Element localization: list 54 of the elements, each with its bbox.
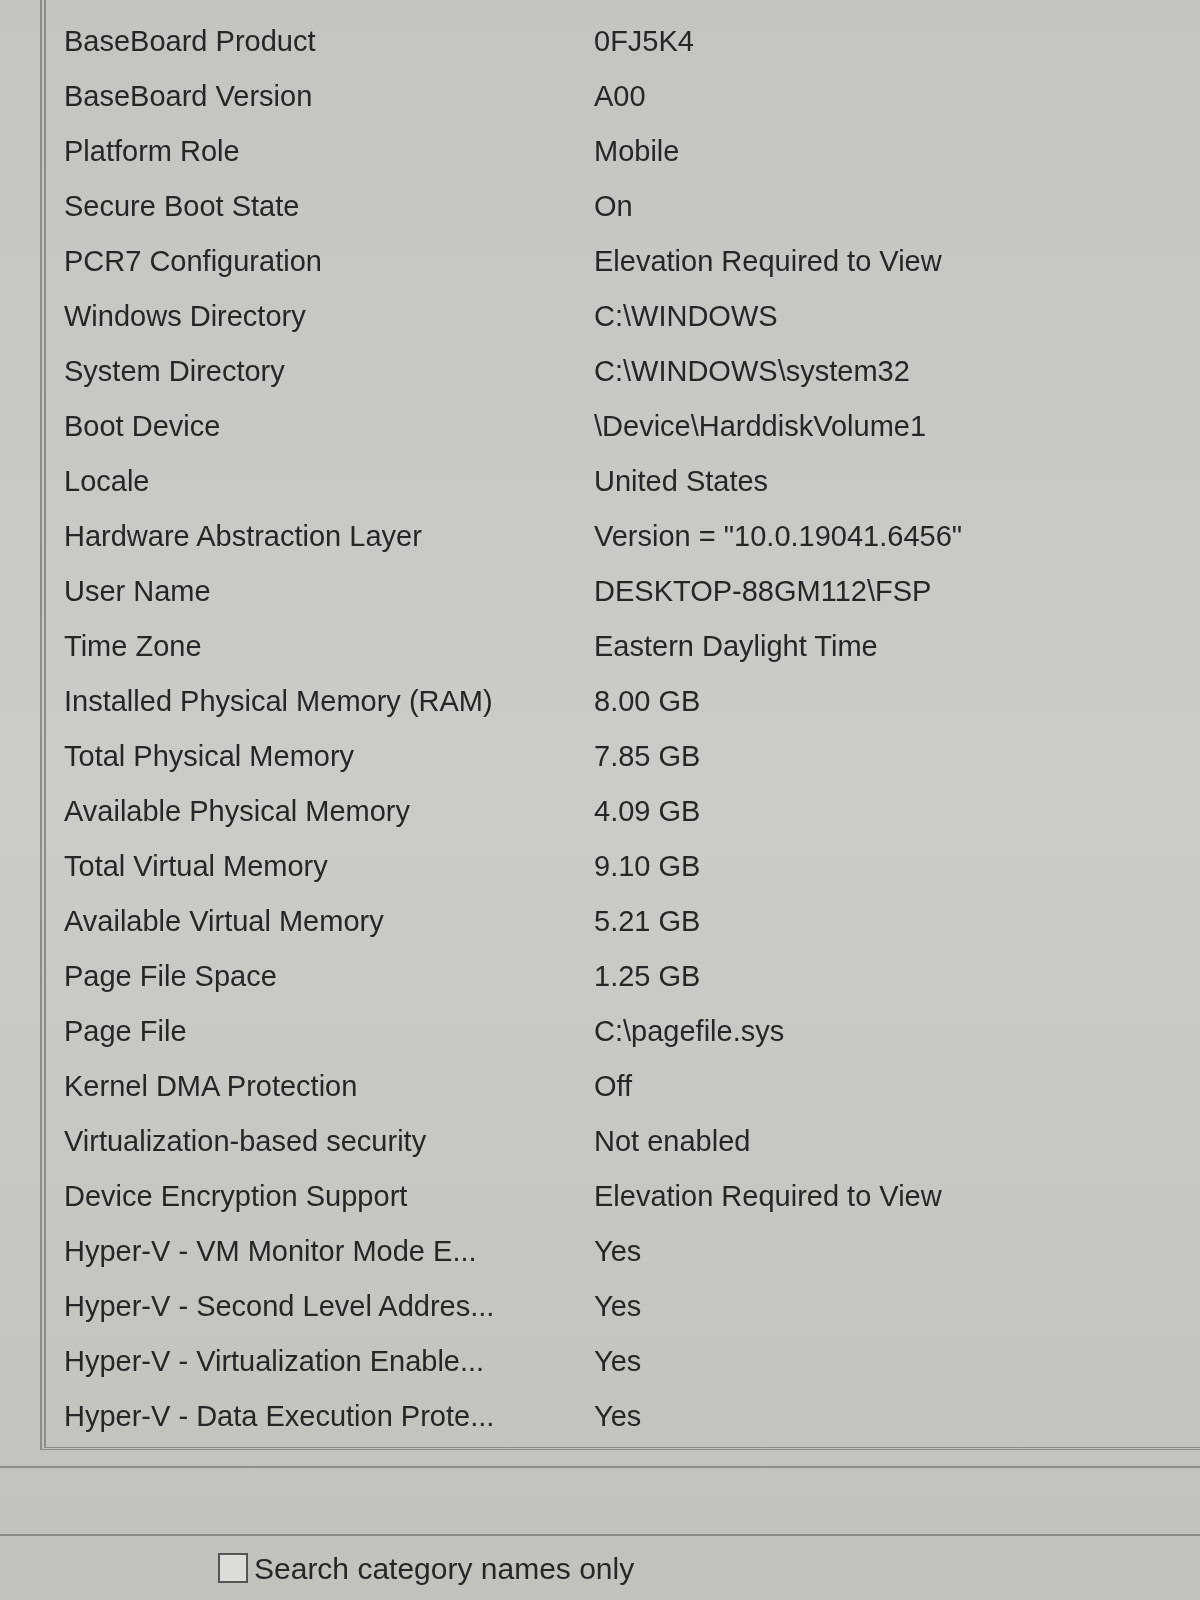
property-name: Kernel DMA Protection — [64, 1068, 359, 1104]
property-value: Yes — [594, 1233, 642, 1269]
property-value: 1.25 GB — [594, 958, 701, 994]
property-value: Not enabled — [594, 1123, 751, 1159]
property-name: User Name — [64, 573, 212, 609]
checkbox-label[interactable]: Search category names only — [254, 1545, 635, 1591]
property-value: Elevation Required to View — [594, 1178, 942, 1214]
property-name: Windows Directory — [64, 298, 307, 334]
property-value: Yes — [594, 1398, 642, 1434]
property-value: Version = "10.0.19041.6456" — [594, 518, 963, 554]
property-name: Total Virtual Memory — [64, 848, 329, 884]
property-name: Total Physical Memory — [64, 738, 356, 774]
property-value: 7.85 GB — [594, 738, 701, 774]
property-name: Secure Boot State — [64, 188, 301, 224]
property-name: Locale — [64, 463, 151, 499]
property-value: 5.21 GB — [594, 903, 701, 939]
property-name: Hardware Abstraction Layer — [64, 518, 423, 554]
property-name: Available Physical Memory — [64, 793, 411, 829]
property-value: Eastern Daylight Time — [594, 628, 878, 664]
property-name: PCR7 Configuration — [64, 243, 323, 279]
property-name: Installed Physical Memory (RAM) — [64, 683, 494, 719]
checkbox[interactable] — [218, 1553, 248, 1583]
property-value: Yes — [594, 1343, 642, 1379]
property-value: 9.10 GB — [594, 848, 701, 884]
property-name: Available Virtual Memory — [64, 903, 385, 939]
property-value: 0FJ5K4 — [594, 23, 694, 59]
property-name: BaseBoard Product — [64, 23, 317, 59]
property-name: Page File — [64, 1013, 188, 1049]
property-name: System Directory — [64, 353, 286, 389]
property-value: Yes — [594, 1288, 642, 1324]
property-value: 8.00 GB — [594, 683, 701, 719]
property-value: United States — [594, 463, 769, 499]
property-value: C:\WINDOWS — [594, 298, 778, 334]
property-name: Device Encryption Support — [64, 1178, 409, 1214]
property-name: Platform Role — [64, 133, 241, 169]
property-value: C:\WINDOWS\system32 — [594, 353, 910, 389]
property-value: \Device\HarddiskVolume1 — [594, 408, 927, 444]
property-value: C:\pagefile.sys — [594, 1013, 785, 1049]
property-value: A00 — [594, 78, 646, 114]
property-name: BaseBoard Version — [64, 78, 314, 114]
property-name: Virtualization-based security — [64, 1123, 428, 1159]
property-value: DESKTOP-88GM112\FSP — [594, 573, 932, 609]
property-value: Elevation Required to View — [594, 243, 942, 279]
property-value: Off — [594, 1068, 633, 1104]
property-name: Hyper-V - Data Execution Prote... — [64, 1398, 496, 1434]
property-name: Boot Device — [64, 408, 222, 444]
property-value: 4.09 GB — [594, 793, 701, 829]
property-name: Hyper-V - Virtualization Enable... — [64, 1343, 486, 1379]
property-name: Hyper-V - Second Level Addres... — [64, 1288, 496, 1324]
property-value: Mobile — [594, 133, 680, 169]
property-name: Page File Space — [64, 958, 278, 994]
property-name: Hyper-V - VM Monitor Mode E... — [64, 1233, 478, 1269]
property-name: Time Zone — [64, 628, 203, 664]
property-value: On — [594, 188, 633, 224]
